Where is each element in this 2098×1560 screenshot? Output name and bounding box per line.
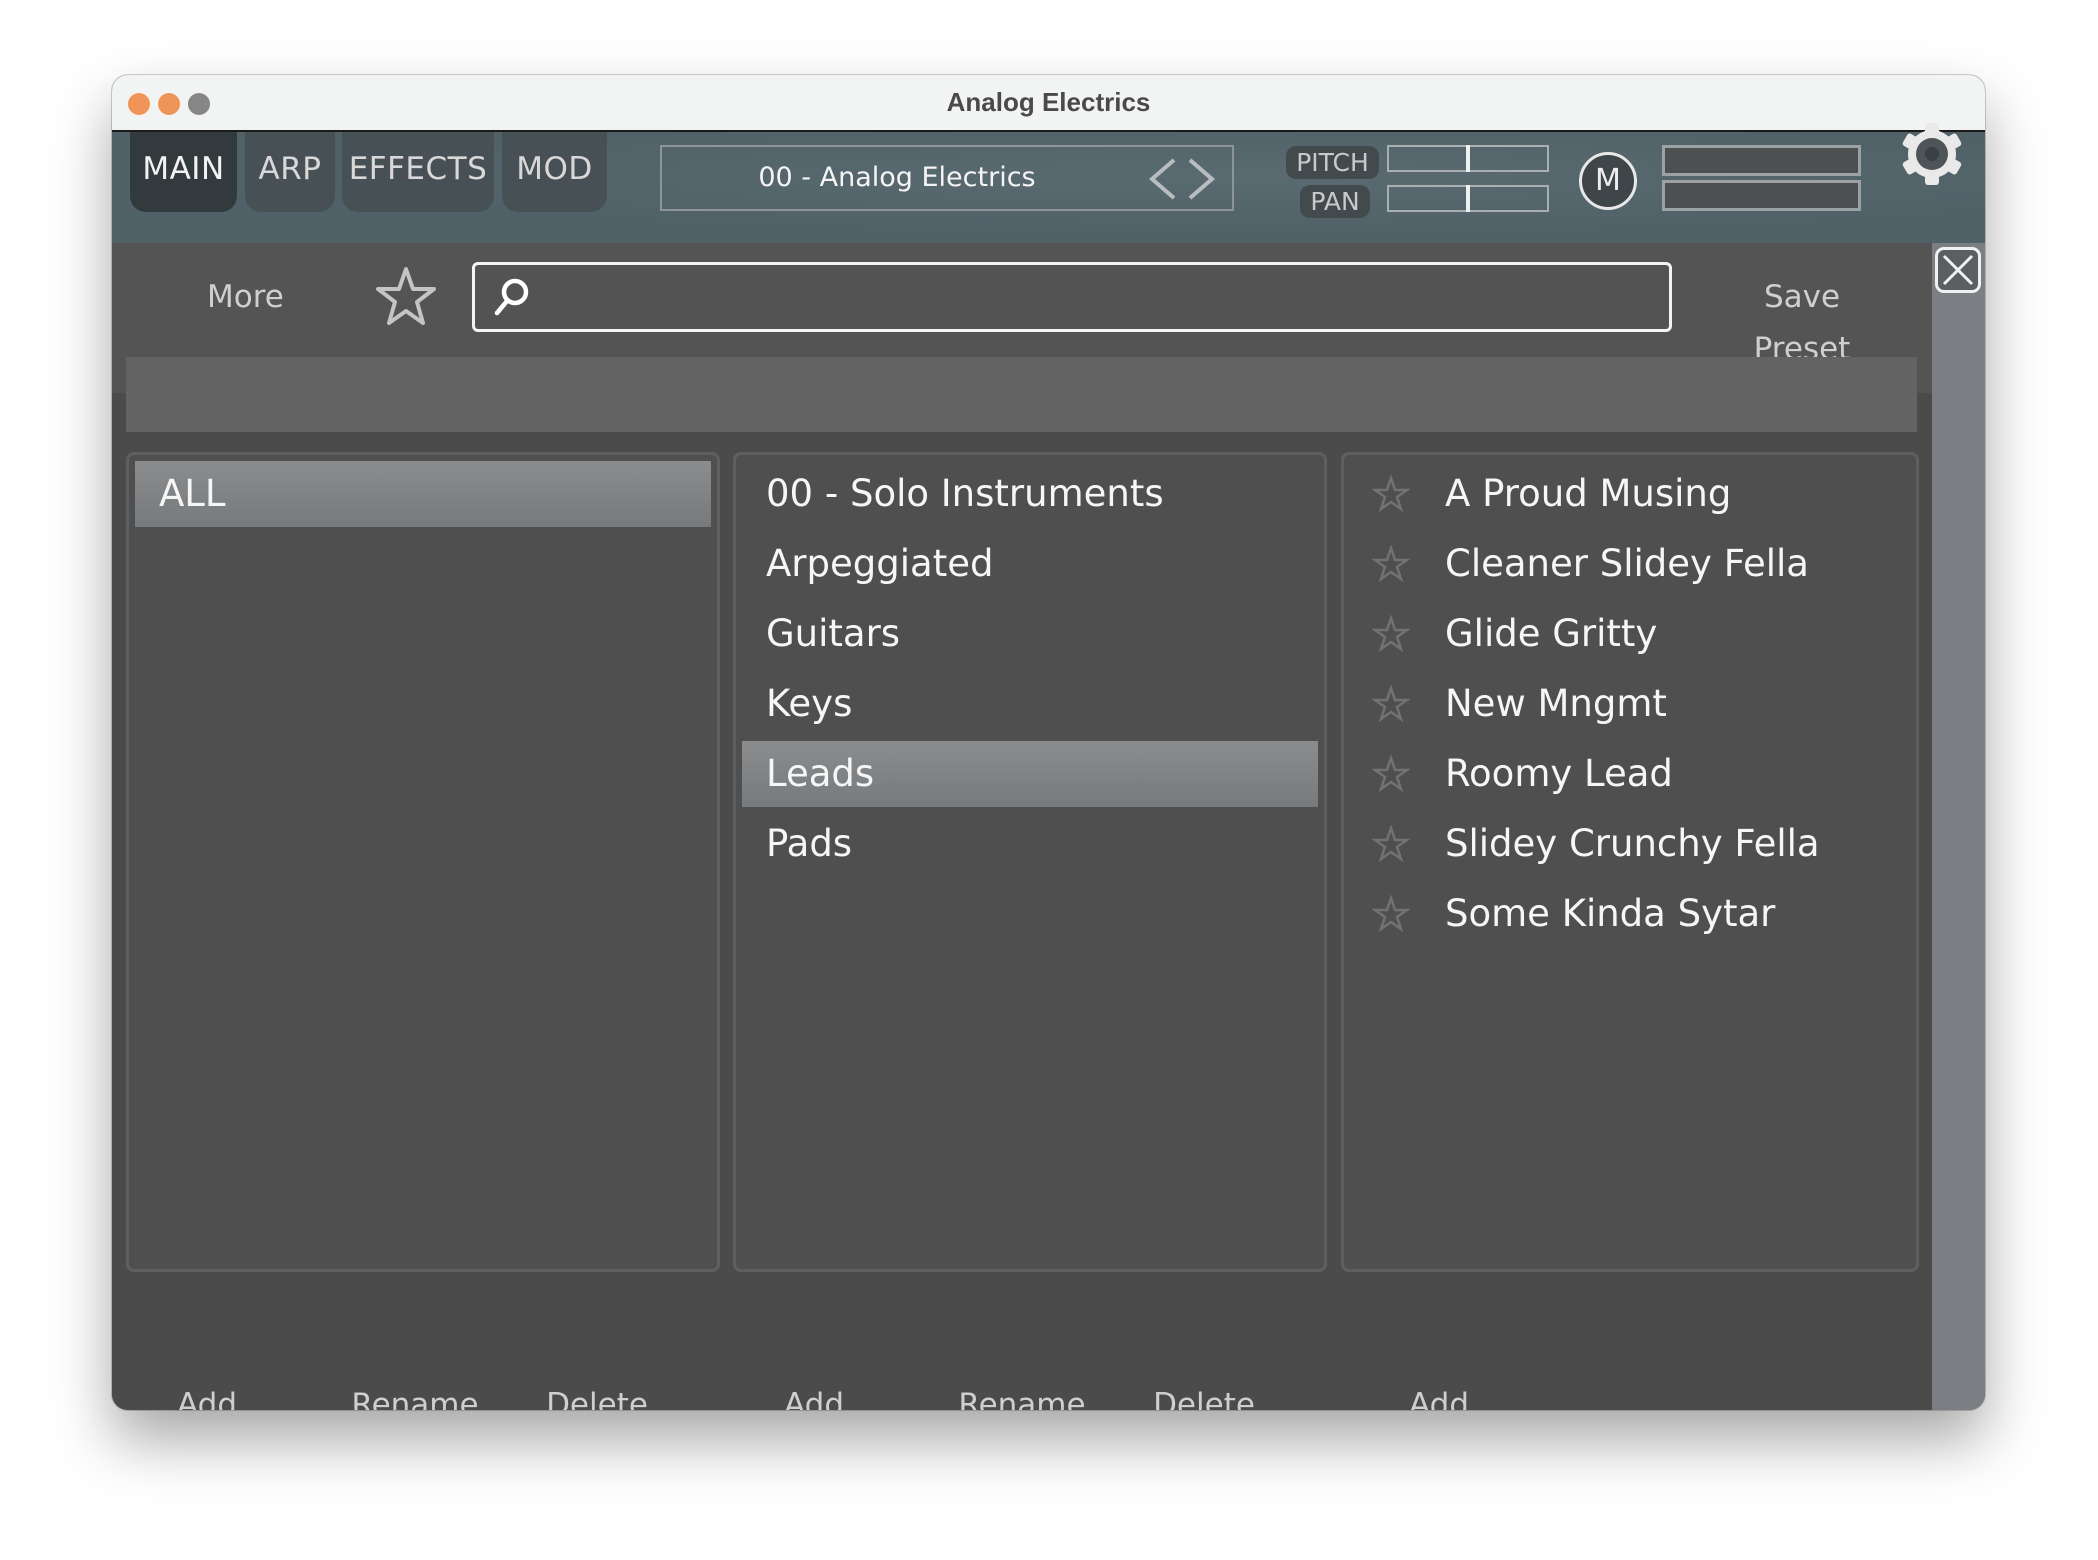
preset-name-label: Cleaner Slidey Fella bbox=[1445, 542, 1809, 585]
preset-item[interactable]: Slidey Crunchy Fella bbox=[1350, 811, 1910, 877]
star-icon[interactable] bbox=[374, 265, 438, 329]
preset-list: A Proud Musing Cleaner Slidey Fella Glide … bbox=[1341, 452, 1919, 1272]
favorite-star-icon[interactable] bbox=[1372, 825, 1410, 863]
pitch-slider[interactable] bbox=[1387, 145, 1549, 172]
bank-item-label: ALL bbox=[159, 472, 226, 515]
preset-name-label: Roomy Lead bbox=[1445, 752, 1673, 795]
title-bar: Analog Electrics bbox=[112, 75, 1985, 132]
browser-toolbar: More Save Preset bbox=[112, 243, 1932, 432]
display-box-top bbox=[1662, 145, 1861, 176]
preset-item[interactable]: New Mngmt bbox=[1350, 671, 1910, 737]
preset-add-button[interactable]: Add bbox=[1384, 1380, 1494, 1410]
favorite-star-icon[interactable] bbox=[1372, 685, 1410, 723]
more-button[interactable]: More bbox=[207, 271, 284, 323]
category-item[interactable]: Guitars bbox=[742, 601, 1318, 667]
search-field[interactable] bbox=[472, 262, 1672, 332]
close-icon bbox=[1942, 254, 1974, 286]
synth-header: MAIN ARP EFFECTS MOD 00 - Analog Electri… bbox=[112, 123, 1985, 243]
category-label: Guitars bbox=[766, 612, 901, 655]
bank-rename-button[interactable]: Rename bbox=[340, 1380, 490, 1410]
pan-label: PAN bbox=[1300, 185, 1370, 218]
category-item-selected[interactable]: Leads bbox=[742, 741, 1318, 807]
bank-item[interactable]: ALL bbox=[135, 461, 711, 527]
preset-item[interactable]: A Proud Musing bbox=[1350, 461, 1910, 527]
preset-name-label: A Proud Musing bbox=[1445, 472, 1732, 515]
preset-item[interactable]: Some Kinda Sytar bbox=[1350, 881, 1910, 947]
category-item[interactable]: 00 - Solo Instruments bbox=[742, 461, 1318, 527]
preset-name-label: Glide Gritty bbox=[1445, 612, 1658, 655]
search-input[interactable] bbox=[539, 269, 1659, 327]
pitch-label: PITCH bbox=[1286, 146, 1379, 179]
category-item[interactable]: Keys bbox=[742, 671, 1318, 737]
chevron-right-icon[interactable] bbox=[1184, 157, 1218, 201]
gear-icon[interactable] bbox=[1899, 121, 1965, 187]
category-item[interactable]: Arpeggiated bbox=[742, 531, 1318, 597]
favorite-star-icon[interactable] bbox=[1372, 615, 1410, 653]
category-label: Keys bbox=[766, 682, 853, 725]
tab-mod[interactable]: MOD bbox=[502, 132, 607, 212]
window-title: Analog Electrics bbox=[946, 87, 1151, 117]
category-list: 00 - Solo Instruments Arpeggiated Guitar… bbox=[733, 452, 1327, 1272]
m-button[interactable]: M bbox=[1579, 152, 1637, 210]
favorite-star-icon[interactable] bbox=[1372, 895, 1410, 933]
favorite-star-icon[interactable] bbox=[1372, 475, 1410, 513]
scrollbar[interactable] bbox=[1932, 243, 1985, 1410]
preset-selector[interactable]: 00 - Analog Electrics bbox=[660, 145, 1234, 211]
bank-add-button[interactable]: Add bbox=[152, 1380, 262, 1410]
favorite-star-icon[interactable] bbox=[1372, 755, 1410, 793]
pitch-slider-handle[interactable] bbox=[1466, 145, 1470, 172]
tab-arp[interactable]: ARP bbox=[245, 132, 335, 212]
favorite-star-icon[interactable] bbox=[1372, 545, 1410, 583]
preset-browser: More Save Preset ALL 00 - Solo Instrumen… bbox=[112, 243, 1932, 1410]
preset-item[interactable]: Roomy Lead bbox=[1350, 741, 1910, 807]
close-browser-button[interactable] bbox=[1935, 247, 1981, 293]
info-band bbox=[126, 357, 1917, 432]
category-delete-button[interactable]: Delete bbox=[1139, 1380, 1269, 1410]
pan-slider-handle[interactable] bbox=[1466, 185, 1470, 212]
app-window: Analog Electrics MAIN ARP EFFECTS MOD 00… bbox=[112, 75, 1985, 1410]
category-label: 00 - Solo Instruments bbox=[766, 472, 1164, 515]
preset-name-label: Some Kinda Sytar bbox=[1445, 892, 1776, 935]
preset-name: 00 - Analog Electrics bbox=[758, 162, 1036, 193]
pan-slider[interactable] bbox=[1387, 185, 1549, 212]
category-item[interactable]: Pads bbox=[742, 811, 1318, 877]
search-icon bbox=[494, 278, 529, 316]
category-label: Arpeggiated bbox=[766, 542, 994, 585]
save-preset-button[interactable]: Save Preset bbox=[1712, 271, 1892, 367]
tab-effects[interactable]: EFFECTS bbox=[342, 132, 494, 212]
preset-item[interactable]: Cleaner Slidey Fella bbox=[1350, 531, 1910, 597]
display-box-bottom bbox=[1662, 180, 1861, 211]
tab-main[interactable]: MAIN bbox=[130, 132, 237, 212]
category-label: Pads bbox=[766, 822, 853, 865]
chevron-left-icon[interactable] bbox=[1146, 157, 1180, 201]
preset-name-label: Slidey Crunchy Fella bbox=[1445, 822, 1820, 865]
preset-name-label: New Mngmt bbox=[1445, 682, 1667, 725]
bank-delete-button[interactable]: Delete bbox=[532, 1380, 662, 1410]
preset-item[interactable]: Glide Gritty bbox=[1350, 601, 1910, 667]
category-label: Leads bbox=[766, 752, 875, 795]
category-rename-button[interactable]: Rename bbox=[947, 1380, 1097, 1410]
bank-list: ALL bbox=[126, 452, 720, 1272]
category-add-button[interactable]: Add bbox=[759, 1380, 869, 1410]
